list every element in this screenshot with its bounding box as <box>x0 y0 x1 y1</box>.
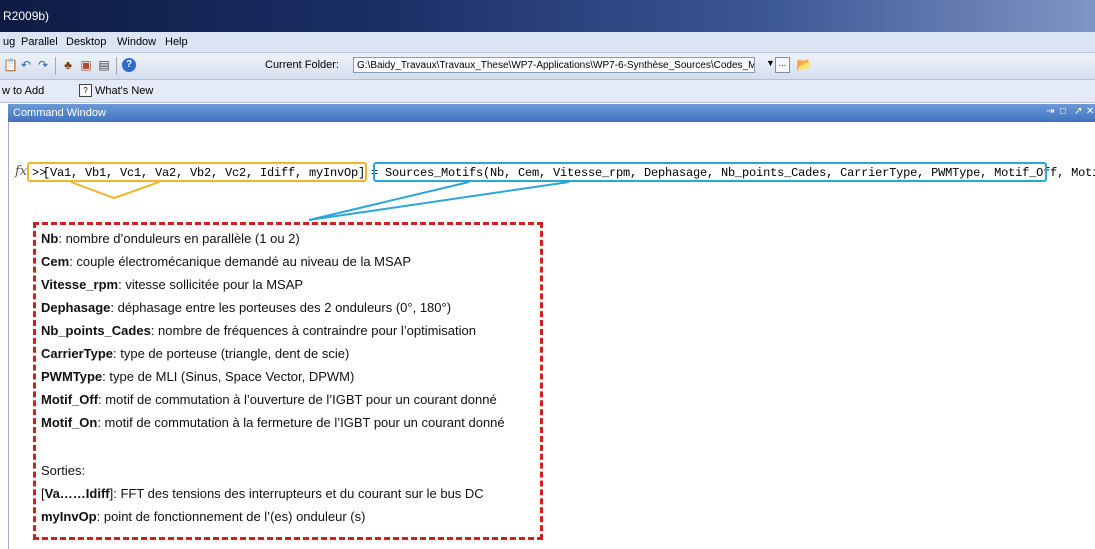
note-carriertype: CarrierType: type de porteuse (triangle,… <box>41 346 350 361</box>
whats-new-link[interactable]: What's New <box>95 85 153 97</box>
note-cem: Cem: couple électromécanique demandé au … <box>41 254 412 269</box>
note-motif-on: Motif_On: motif de commutation à la ferm… <box>41 415 505 430</box>
note-nb-points-cades: Nb_points_Cades: nombre de fréquences à … <box>41 323 476 338</box>
menu-bar: ug Parallel Desktop Window Help <box>0 32 1095 53</box>
window-title: R2009b) <box>3 9 50 23</box>
note-va-idiff: [Va……Idiff]: FFT des tensions des interr… <box>41 486 484 501</box>
toolbar: 📋 ↶ ↷ ♣ ▣ ▤ ? Current Folder: G:\Baidy_T… <box>0 53 1095 80</box>
undock-icon[interactable]: ↗ <box>1074 106 1082 117</box>
menu-debug[interactable]: ug <box>3 36 15 48</box>
note-myinvop: myInvOp: point de fonctionnement de l’(e… <box>41 509 366 524</box>
up-folder-icon[interactable]: 📂 <box>796 57 812 73</box>
command-window[interactable]: fx >> [Va1, Vb1, Vc1, Va2, Vb2, Vc2, Idi… <box>8 122 1095 549</box>
outputs-heading: Sorties: <box>41 463 86 478</box>
browse-folder-button[interactable]: ... <box>775 57 790 73</box>
menu-parallel[interactable]: Parallel <box>21 36 58 48</box>
current-folder-label: Current Folder: <box>265 59 339 71</box>
toolbar-separator <box>116 57 117 75</box>
note-motif-off: Motif_Off: motif de commutation à l’ouve… <box>41 392 497 407</box>
paste-icon[interactable]: 📋 <box>3 58 18 72</box>
current-folder-input[interactable]: G:\Baidy_Travaux\Travaux_These\WP7-Appli… <box>353 57 755 73</box>
parameter-notes-box: Nb: nombre d’onduleurs en parallèle (1 o… <box>33 222 543 540</box>
close-icon[interactable]: ✕ <box>1086 106 1094 117</box>
note-pwmtype: PWMType: type de MLI (Sinus, Space Vecto… <box>41 369 355 384</box>
guide-icon[interactable]: ▣ <box>79 58 93 72</box>
profiler-icon[interactable]: ▤ <box>97 58 111 72</box>
maximize-icon[interactable]: □ <box>1060 106 1066 117</box>
simulink-icon[interactable]: ♣ <box>61 58 75 72</box>
outputs-callout-pointer <box>70 181 160 200</box>
redo-icon[interactable]: ↷ <box>36 58 50 72</box>
shortcuts-bar: w to Add ? What's New <box>0 80 1095 103</box>
help-icon[interactable]: ? <box>122 58 136 72</box>
menu-window[interactable]: Window <box>117 36 156 48</box>
note-vitesse-rpm: Vitesse_rpm: vitesse sollicitée pour la … <box>41 277 304 292</box>
menu-help[interactable]: Help <box>165 36 188 48</box>
command-window-title: Command Window <box>13 107 106 119</box>
undo-icon[interactable]: ↶ <box>19 58 33 72</box>
how-to-add-link[interactable]: w to Add <box>2 85 44 97</box>
command-window-header: Command Window ⇥ □ ↗ ✕ <box>8 104 1095 122</box>
note-nb: Nb: nombre d’onduleurs en parallèle (1 o… <box>41 231 300 246</box>
chevron-down-icon[interactable]: ▼ <box>766 58 775 68</box>
toolbar-separator <box>55 57 56 75</box>
title-bar: R2009b) <box>0 0 1095 32</box>
menu-desktop[interactable]: Desktop <box>66 36 106 48</box>
note-dephasage: Dephasage: déphasage entre les porteuses… <box>41 300 452 315</box>
inputs-callout-pointer <box>308 181 570 221</box>
dock-icon[interactable]: ⇥ <box>1046 106 1054 117</box>
whats-new-icon[interactable]: ? <box>79 84 92 97</box>
